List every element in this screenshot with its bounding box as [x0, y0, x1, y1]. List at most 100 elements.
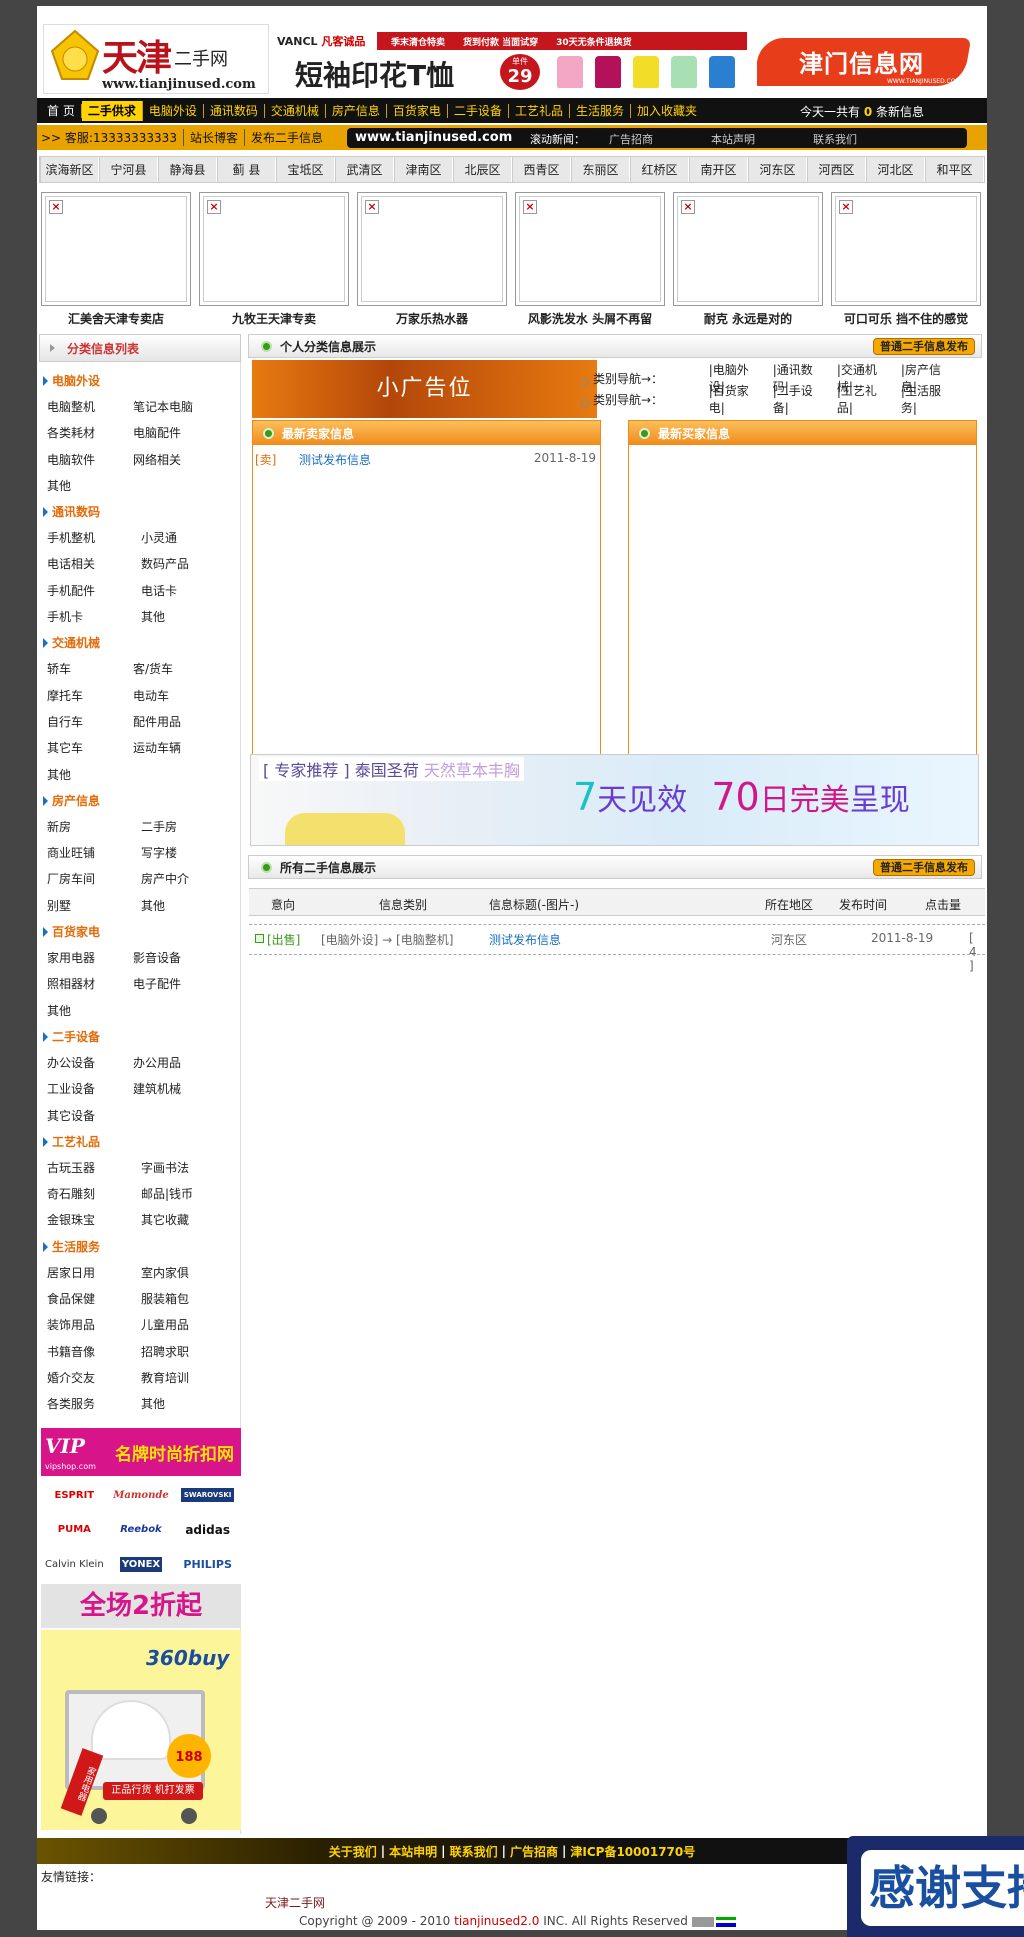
row-title-link[interactable]: 测试发布信息	[299, 451, 371, 468]
admin-blog-link[interactable]: 站长博客	[184, 129, 245, 146]
image-ad[interactable]: × 九牧王天津专卖	[199, 192, 349, 328]
sidebar-item[interactable]: 其它收藏	[141, 1211, 189, 1228]
district-link[interactable]: 河西区	[807, 157, 866, 182]
category-nav-link[interactable]: |生活服务|	[901, 382, 955, 416]
district-link[interactable]: 南开区	[689, 157, 748, 182]
district-link[interactable]: 北辰区	[453, 157, 512, 182]
district-link[interactable]: 和平区	[925, 157, 984, 182]
vipshop-ad[interactable]: VIP vipshop.com 名牌时尚折扣网 ESPRIT Mamonde S…	[41, 1428, 241, 1628]
row-title-link[interactable]: 测试发布信息	[489, 931, 561, 948]
district-link[interactable]: 津南区	[394, 157, 453, 182]
nav-appliances[interactable]: 百货家电	[387, 103, 448, 118]
sidebar-item[interactable]: 小灵通	[141, 529, 177, 546]
ticker-link-contact[interactable]: 联系我们	[813, 131, 857, 147]
sidebar-category-title[interactable]: 通讯数码	[41, 499, 239, 525]
nav-equipment[interactable]: 二手设备	[448, 103, 509, 118]
category-nav-link[interactable]: |工艺礼品|	[837, 382, 891, 416]
sidebar-item[interactable]: 服装箱包	[141, 1290, 189, 1307]
image-ad[interactable]: × 汇美舍天津专卖店	[41, 192, 191, 328]
360buy-ad[interactable]: 360buy 188 家用电器 正品行货 机打发票	[41, 1630, 241, 1830]
sidebar-category-title[interactable]: 生活服务	[41, 1234, 239, 1260]
sidebar-item[interactable]: 其他	[47, 477, 71, 494]
sidebar-item[interactable]: 奇石雕刻	[47, 1185, 95, 1202]
sidebar-item[interactable]: 其他	[47, 766, 71, 783]
footer-link[interactable]: 广告招商	[510, 1843, 558, 1860]
sidebar-item[interactable]: 电动车	[133, 687, 169, 704]
vancl-banner[interactable]: VANCL 凡客诚品 季末清仓特卖 货到付款 当面试穿 30天无条件退换货 短袖…	[277, 32, 747, 90]
district-link[interactable]: 东丽区	[571, 157, 630, 182]
sidebar-item[interactable]: 手机卡	[47, 608, 83, 625]
sidebar-item[interactable]: 新房	[47, 818, 71, 835]
sidebar-item[interactable]: 古玩玉器	[47, 1159, 95, 1176]
sidebar-item[interactable]: 客/货车	[133, 660, 173, 677]
sidebar-item[interactable]: 自行车	[47, 713, 83, 730]
nav-digital[interactable]: 通讯数码	[204, 103, 265, 118]
sidebar-item[interactable]: 其他	[141, 1395, 165, 1412]
sidebar-category-title[interactable]: 工艺礼品	[41, 1129, 239, 1155]
sidebar-item[interactable]: 金银珠宝	[47, 1211, 95, 1228]
sidebar-item[interactable]: 办公用品	[133, 1054, 181, 1071]
sidebar-item[interactable]: 办公设备	[47, 1054, 95, 1071]
cnzz-icon[interactable]	[691, 1916, 714, 1927]
sidebar-item[interactable]: 房产中介	[141, 870, 189, 887]
image-ad[interactable]: × 风影洗发水 头屑不再留	[515, 192, 665, 328]
sidebar-item[interactable]: 邮品|钱币	[141, 1185, 193, 1202]
district-link[interactable]: 河东区	[748, 157, 807, 182]
nav-vehicles[interactable]: 交通机械	[265, 103, 326, 118]
sidebar-item[interactable]: 字画书法	[141, 1159, 189, 1176]
district-link[interactable]: 红桥区	[630, 157, 689, 182]
site-logo[interactable]: 天津 二手网 www.tianjinused.com	[43, 24, 269, 94]
sidebar-item[interactable]: 其他	[141, 608, 165, 625]
sidebar-item[interactable]: 儿童用品	[141, 1316, 189, 1333]
category-nav-link[interactable]: |二手设备|	[773, 382, 827, 416]
sidebar-item[interactable]: 电脑配件	[133, 424, 181, 441]
footer-link[interactable]: 联系我们	[450, 1843, 498, 1860]
sidebar-item[interactable]: 婚介交友	[47, 1369, 95, 1386]
nav-computer[interactable]: 电脑外设	[143, 103, 204, 118]
sidebar-category-title[interactable]: 交通机械	[41, 630, 239, 656]
sidebar-item[interactable]: 其它设备	[47, 1107, 95, 1124]
sidebar-item[interactable]: 厂房车间	[47, 870, 95, 887]
sidebar-item[interactable]: 电话卡	[141, 582, 177, 599]
sidebar-item[interactable]: 装饰用品	[47, 1316, 95, 1333]
nav-home[interactable]: 首 页	[41, 103, 82, 118]
publish-button[interactable]: 普通二手信息发布	[873, 859, 975, 876]
sidebar-item[interactable]: 电脑软件	[47, 451, 95, 468]
publish-link[interactable]: 发布二手信息	[245, 129, 329, 146]
sidebar-item[interactable]: 手机配件	[47, 582, 95, 599]
sidebar-item[interactable]: 各类耗材	[47, 424, 95, 441]
sidebar-item[interactable]: 电脑整机	[47, 398, 95, 415]
nav-gifts[interactable]: 工艺礼品	[509, 103, 570, 118]
footer-link[interactable]: 本站申明	[389, 1843, 437, 1860]
sidebar-item[interactable]: 手机整机	[47, 529, 95, 546]
sidebar-item[interactable]: 网络相关	[133, 451, 181, 468]
district-link[interactable]: 西青区	[512, 157, 571, 182]
nav-services[interactable]: 生活服务	[570, 103, 631, 118]
sidebar-category-title[interactable]: 百货家电	[41, 919, 239, 945]
publish-button[interactable]: 普通二手信息发布	[873, 338, 975, 355]
sidebar-item[interactable]: 其它车	[47, 739, 83, 756]
nav-bookmark[interactable]: 加入收藏夹	[631, 104, 703, 118]
expert-recommend-banner[interactable]: [ 专家推荐 ] 泰国圣荷 天然草本丰胸 7天见效 70日完美呈现	[250, 754, 979, 846]
sidebar-item[interactable]: 轿车	[47, 660, 71, 677]
image-ad[interactable]: × 耐克 永远是对的	[673, 192, 823, 328]
district-link[interactable]: 宁河县	[99, 157, 158, 182]
sidebar-item[interactable]: 影音设备	[133, 949, 181, 966]
nav-realestate[interactable]: 房产信息	[326, 103, 387, 118]
sidebar-item[interactable]: 教育培训	[141, 1369, 189, 1386]
thanks-float-ad[interactable]: 感谢支持	[847, 1836, 1024, 1937]
sidebar-item[interactable]: 家用电器	[47, 949, 95, 966]
sidebar-category-title[interactable]: 房产信息	[41, 788, 239, 814]
sidebar-item[interactable]: 各类服务	[47, 1395, 95, 1412]
district-link[interactable]: 宝坻区	[276, 157, 335, 182]
icp-link[interactable]: 津ICP备10001770号	[570, 1843, 695, 1860]
sidebar-item[interactable]: 配件用品	[133, 713, 181, 730]
district-link[interactable]: 静海县	[158, 157, 217, 182]
sidebar-category-title[interactable]: 电脑外设	[41, 368, 239, 394]
sidebar-item[interactable]: 二手房	[141, 818, 177, 835]
district-link[interactable]: 河北区	[866, 157, 925, 182]
sidebar-item[interactable]: 书籍音像	[47, 1343, 95, 1360]
sidebar-item[interactable]: 写字楼	[141, 844, 177, 861]
nav-secondhand[interactable]: 二手供求	[81, 100, 143, 121]
sidebar-item[interactable]: 居家日用	[47, 1264, 95, 1281]
